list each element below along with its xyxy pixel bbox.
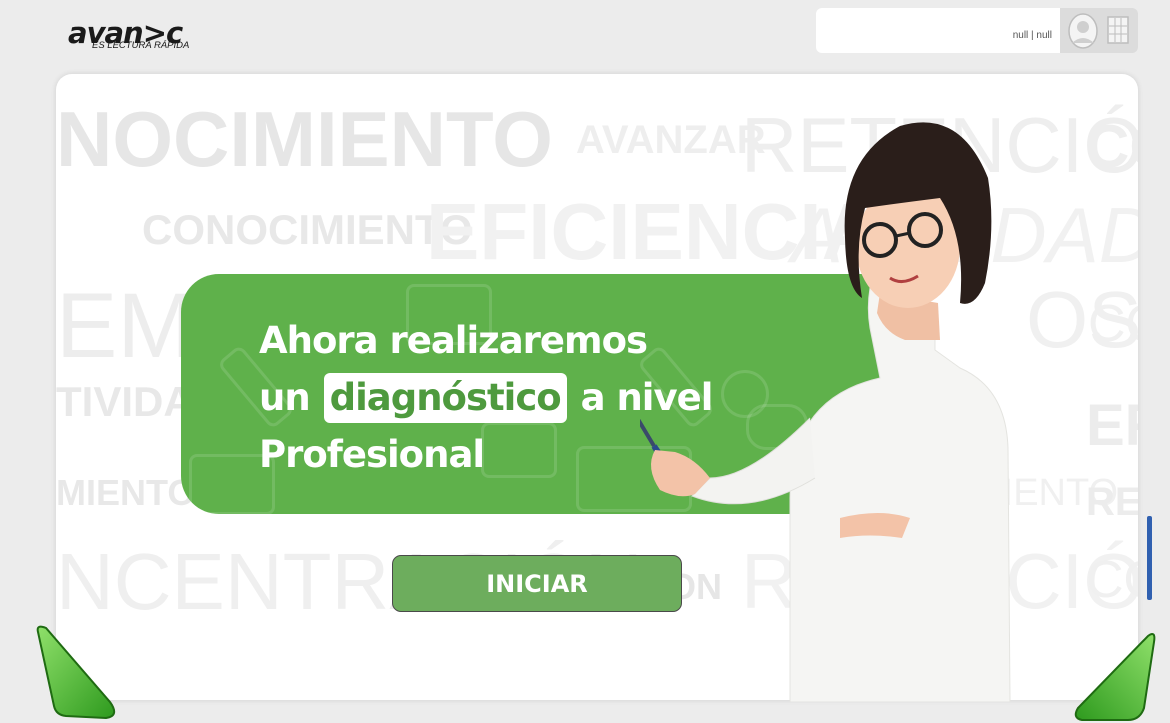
start-button[interactable]: INICIAR xyxy=(392,555,682,612)
background-word: NOCIMIENTO xyxy=(56,95,553,183)
background-word: REN xyxy=(1086,480,1138,524)
user-info-box: null | null xyxy=(816,8,1060,53)
background-word: MIENTO xyxy=(56,472,196,513)
background-word: EF xyxy=(1086,393,1138,458)
background-word: CONOCIMIENTO xyxy=(142,206,473,253)
brand-tagline: ES LECTURA RÁPIDA xyxy=(92,40,190,51)
instructor-illustration xyxy=(640,122,1011,702)
background-word: CO xyxy=(1086,113,1138,180)
header-icon-bar xyxy=(1060,8,1138,53)
side-scroll-handle[interactable] xyxy=(1146,516,1154,600)
avatar-icon[interactable] xyxy=(1068,13,1098,49)
background-word: CO xyxy=(1088,295,1138,353)
grid-menu-icon[interactable] xyxy=(1107,16,1129,44)
background-word: CO xyxy=(1086,551,1138,609)
headline-line-2-prefix: un xyxy=(259,376,311,419)
previous-arrow-icon[interactable] xyxy=(30,620,126,723)
next-arrow-icon[interactable] xyxy=(1066,628,1162,723)
headline-highlight: diagnóstico xyxy=(323,373,567,423)
user-name: null | null xyxy=(1012,30,1052,41)
brand-logo: avan>c ES LECTURA RÁPIDA xyxy=(68,18,198,58)
